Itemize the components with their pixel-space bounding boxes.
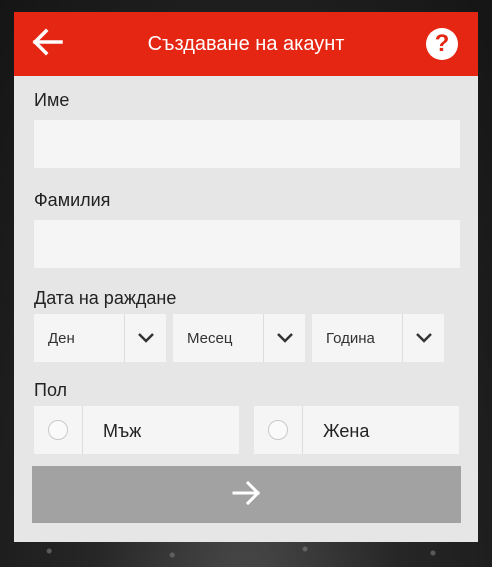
birthdate-label: Дата на раждане (34, 288, 177, 308)
gender-option-male[interactable]: Мъж (34, 406, 239, 454)
first-name-input[interactable] (34, 120, 460, 168)
chevron-down-icon (402, 314, 444, 362)
gender-label: Пол (34, 380, 68, 400)
month-select-value: Месец (187, 330, 233, 347)
gender-option-female[interactable]: Жена (254, 406, 459, 454)
gender-options: Мъж Жена (34, 406, 460, 454)
gender-option-label: Жена (323, 421, 370, 441)
help-button[interactable]: ? (426, 28, 458, 60)
back-button[interactable] (28, 26, 66, 62)
arrow-right-icon (232, 479, 262, 510)
page-title: Създаване на акаунт (147, 32, 345, 55)
chevron-down-icon (124, 314, 166, 362)
day-select-value: Ден (48, 330, 75, 347)
birthdate-selects: Ден Месец Година (34, 314, 460, 362)
dialog-header: Създаване на акаунт ? (14, 12, 478, 76)
chevron-down-icon (263, 314, 305, 362)
day-select[interactable]: Ден (34, 314, 166, 362)
registration-form: Име Фамилия Дата на раждане Ден Месец Го… (14, 90, 478, 454)
year-select-value: Година (326, 330, 375, 347)
radio-box (254, 406, 303, 454)
create-account-dialog: Създаване на акаунт ? Име Фамилия Дата н… (14, 12, 478, 542)
first-name-label: Име (34, 90, 70, 110)
radio-button-male[interactable] (48, 420, 68, 440)
radio-button-female[interactable] (268, 420, 288, 440)
arrow-left-icon (31, 28, 63, 61)
gender-option-label: Мъж (103, 421, 142, 441)
month-select[interactable]: Месец (173, 314, 305, 362)
question-mark-icon: ? (434, 30, 450, 57)
radio-box (34, 406, 83, 454)
submit-button[interactable] (32, 466, 461, 523)
last-name-input[interactable] (34, 220, 460, 268)
last-name-label: Фамилия (34, 190, 111, 210)
year-select[interactable]: Година (312, 314, 444, 362)
